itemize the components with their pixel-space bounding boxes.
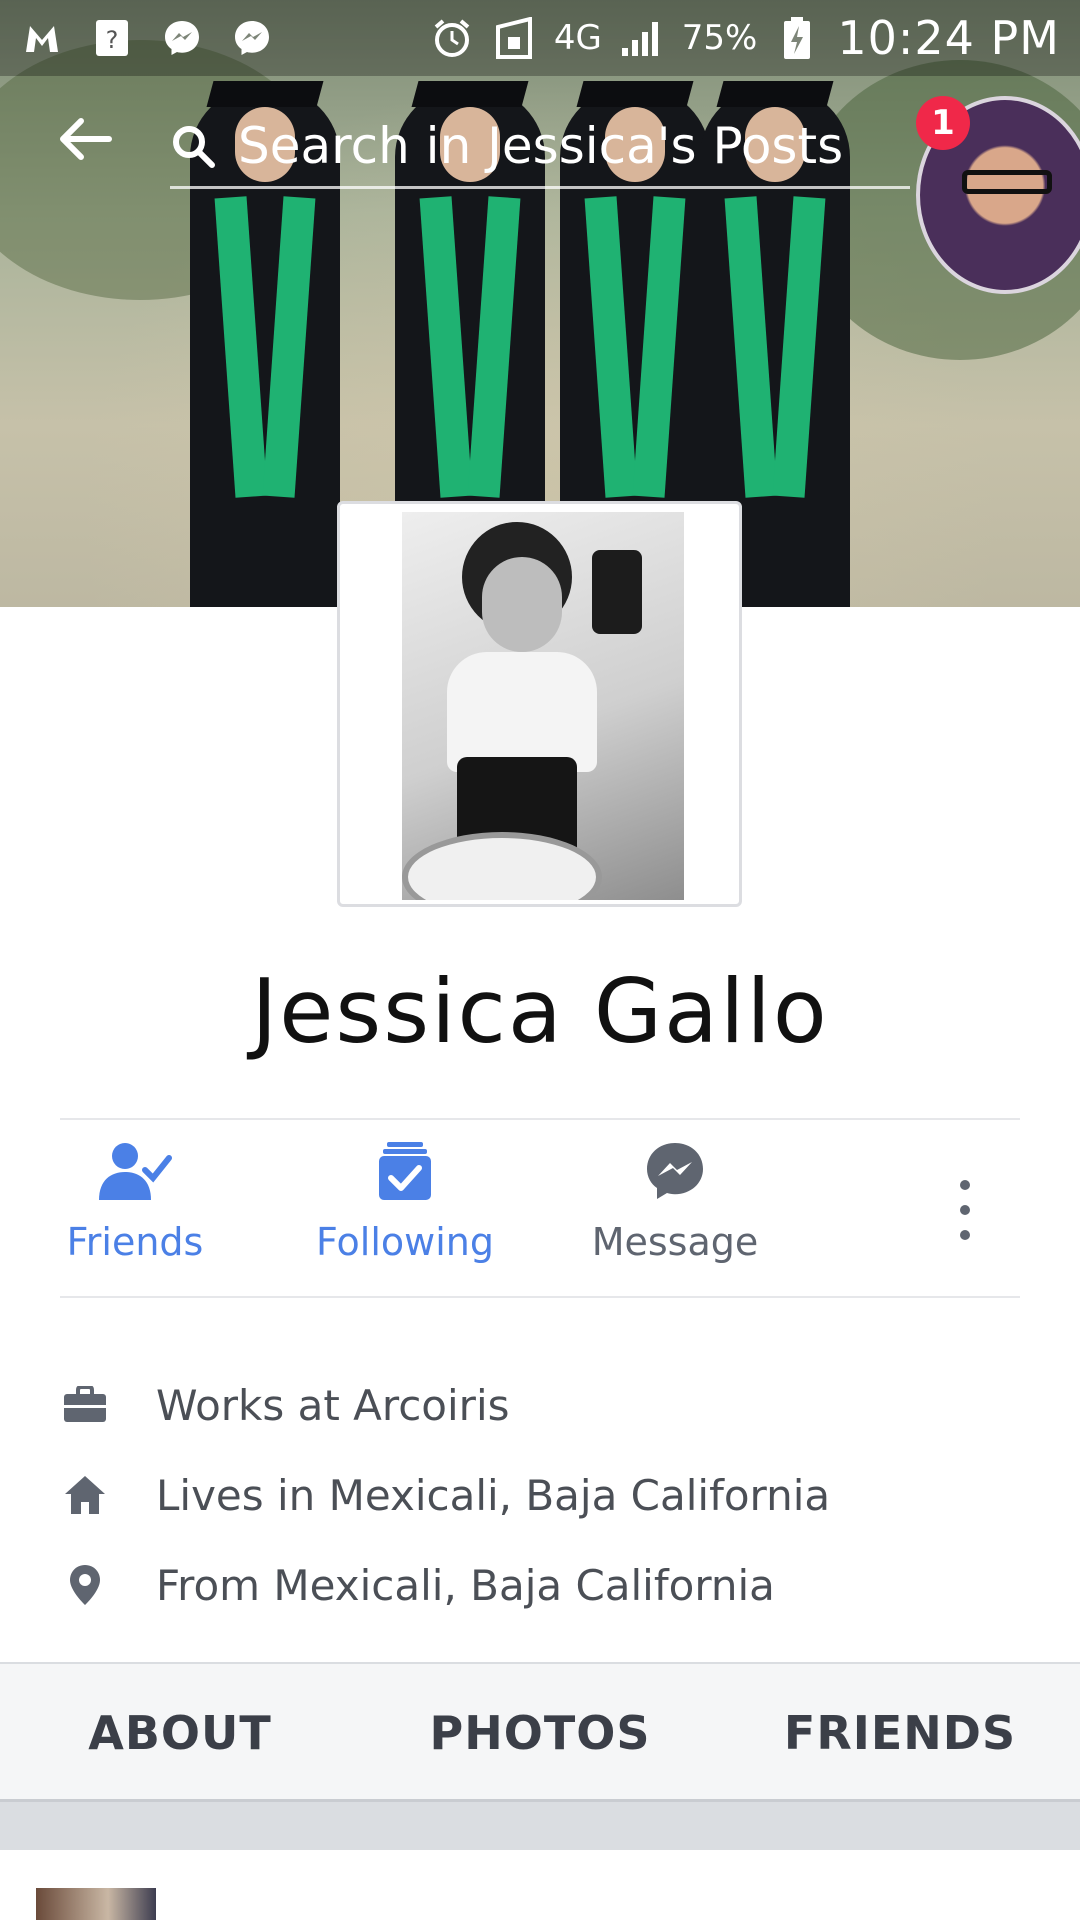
info-row-from[interactable]: From Mexicali, Baja California [60, 1540, 1020, 1630]
info-text: Works at Arcoiris [156, 1380, 510, 1430]
tab-photos[interactable]: PHOTOS [360, 1664, 720, 1801]
back-arrow-icon [60, 118, 112, 160]
search-input[interactable] [236, 116, 860, 176]
messenger-icon [647, 1143, 703, 1199]
friends-check-icon [99, 1143, 172, 1200]
tab-about[interactable]: ABOUT [0, 1664, 360, 1801]
following-button[interactable]: Following [305, 1140, 505, 1280]
notification-badge: 1 [916, 96, 970, 150]
unknown-app-icon: ? [90, 16, 134, 60]
search-field[interactable] [170, 106, 910, 189]
profile-tabs: ABOUT PHOTOS FRIENDS [0, 1662, 1080, 1802]
home-icon [60, 1470, 110, 1520]
post-preview[interactable] [0, 1850, 1080, 1920]
battery-charging-icon [775, 16, 819, 60]
svg-text:?: ? [106, 26, 119, 54]
avatar-glasses [962, 170, 1052, 194]
status-bar: ? 4G 75% 10:24 PM [0, 0, 1080, 76]
more-dots-icon [960, 1180, 970, 1190]
nfc-lock-icon [492, 16, 536, 60]
message-button[interactable]: Message [575, 1140, 775, 1280]
info-text: Lives in Mexicali, Baja California [156, 1470, 831, 1520]
messenger-notification-icon [230, 16, 274, 60]
intro-info: Works at Arcoiris Lives in Mexicali, Baj… [60, 1360, 1020, 1630]
more-dots-icon [960, 1205, 970, 1215]
info-row-lives[interactable]: Lives in Mexicali, Baja California [60, 1450, 1020, 1540]
friends-button[interactable]: Friends [35, 1140, 235, 1280]
clock: 10:24 PM [837, 11, 1060, 65]
post-thumbnail[interactable] [36, 1888, 156, 1920]
tab-friends[interactable]: FRIENDS [720, 1664, 1080, 1801]
profile-name: Jessica Gallo [251, 960, 829, 1063]
more-dots-icon [960, 1230, 970, 1240]
profile-actions: Friends Following Message [60, 1118, 1020, 1298]
signal-strength-icon [620, 16, 664, 60]
alarm-icon [430, 16, 474, 60]
battery-percent: 75% [681, 18, 758, 58]
network-type: 4G [553, 18, 602, 58]
profile-screen: ? 4G 75% 10:24 PM Search in Jessica's Po… [0, 0, 1080, 1920]
section-divider [0, 1802, 1080, 1850]
search-icon [173, 126, 215, 168]
info-text: From Mexicali, Baja California [156, 1560, 775, 1610]
profile-photo [402, 512, 684, 900]
friends-label: Friends [66, 1220, 204, 1264]
following-check-icon [379, 1142, 431, 1200]
profile-picture[interactable] [337, 501, 742, 907]
following-label: Following [316, 1220, 494, 1264]
more-options-button[interactable] [940, 1180, 990, 1240]
location-pin-icon [60, 1560, 110, 1610]
messenger-notification-icon [160, 16, 204, 60]
briefcase-icon [60, 1380, 110, 1430]
malwarebytes-icon [20, 16, 64, 60]
message-label: Message [591, 1220, 759, 1264]
back-button[interactable] [50, 104, 120, 174]
info-row-work[interactable]: Works at Arcoiris [60, 1360, 1020, 1450]
